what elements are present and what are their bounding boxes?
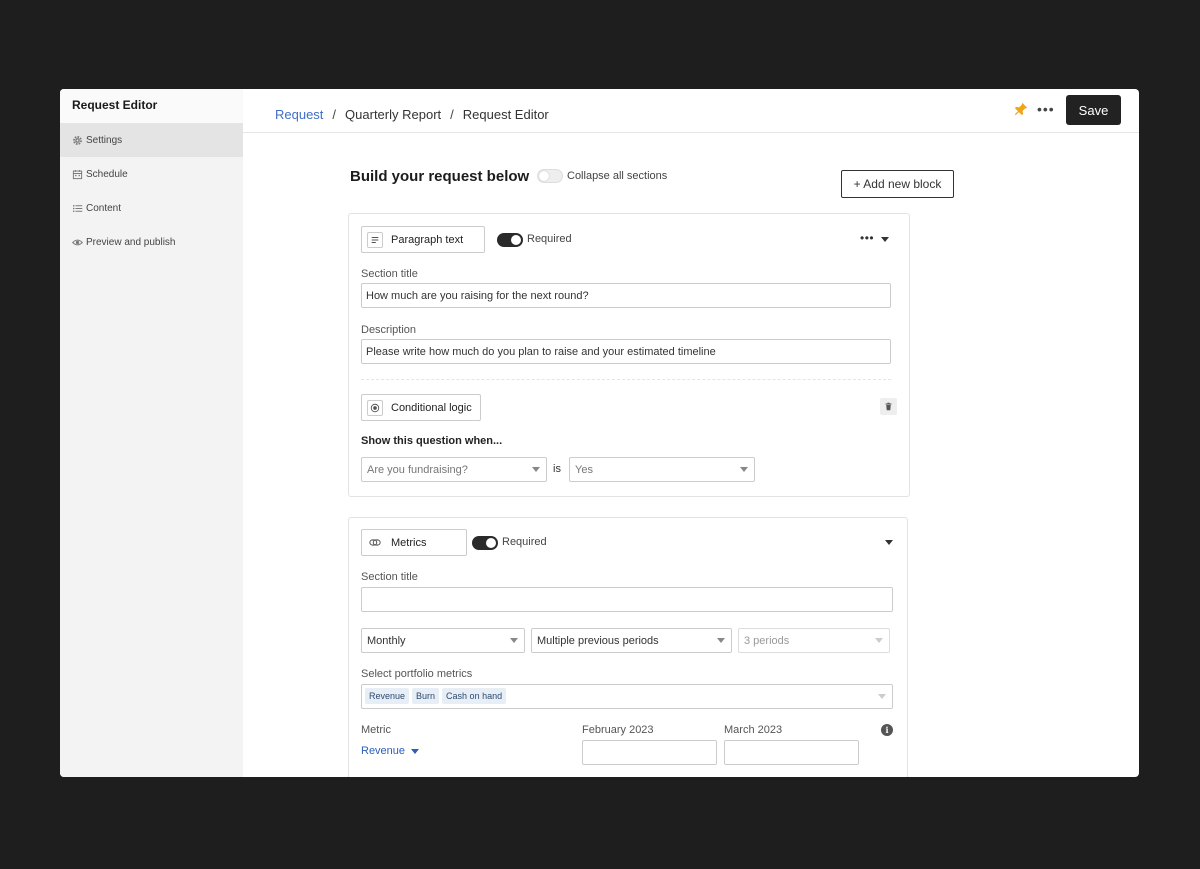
more-options-icon[interactable]: •••	[1037, 101, 1055, 117]
sidebar: Request Editor Settings Schedule Content…	[60, 89, 243, 777]
metric-tag-revenue[interactable]: Revenue	[365, 688, 410, 704]
required-label: Required	[527, 233, 572, 245]
trash-icon[interactable]	[880, 398, 897, 415]
add-new-block-button[interactable]: + Add new block	[841, 170, 954, 198]
section-title-label: Section title	[361, 268, 418, 280]
gear-icon	[71, 134, 83, 146]
paragraph-icon	[367, 231, 383, 248]
page-title: Build your request below	[350, 168, 530, 185]
frequency-value: Monthly	[367, 635, 406, 647]
chevron-down-icon[interactable]	[881, 237, 889, 242]
breadcrumb: Request / Quarterly Report / Request Edi…	[275, 107, 549, 122]
period-type-value: Multiple previous periods	[537, 635, 659, 647]
collapse-all-toggle[interactable]	[537, 169, 563, 183]
block-type-label: Paragraph text	[391, 233, 464, 246]
required-label: Required	[502, 536, 547, 548]
list-icon	[71, 202, 83, 214]
conditional-logic-label: Conditional logic	[391, 401, 472, 414]
period-count-select[interactable]: 3 periods	[738, 628, 890, 653]
sidebar-item-content[interactable]: Content	[60, 191, 243, 225]
period-column-header-mar: March 2023	[724, 724, 783, 736]
metric-value: Revenue	[361, 745, 406, 757]
portfolio-metrics-label: Select portfolio metrics	[361, 668, 473, 680]
divider	[361, 379, 891, 380]
info-icon[interactable]: i	[881, 724, 893, 736]
block-type-label: Metrics	[391, 536, 427, 549]
period-column-header-feb: February 2023	[582, 724, 654, 736]
caret-down-icon	[532, 467, 540, 472]
condition-answer-select[interactable]: Yes	[569, 457, 755, 482]
period-count-value: 3 periods	[744, 635, 790, 647]
metric-tag-cash-on-hand[interactable]: Cash on hand	[442, 688, 507, 704]
metric-tag-burn[interactable]: Burn	[412, 688, 440, 704]
collapse-all-label: Collapse all sections	[567, 170, 668, 182]
portfolio-metrics-select[interactable]: Revenue Burn Cash on hand	[361, 684, 893, 709]
caret-down-icon	[740, 467, 748, 472]
block-more-icon[interactable]: •••	[860, 231, 874, 245]
metric-value-input-feb[interactable]	[582, 740, 717, 765]
section-title-label: Section title	[361, 571, 418, 583]
link-icon	[367, 535, 383, 551]
description-input[interactable]: Please write how much do you plan to rai…	[361, 339, 891, 364]
section-title-input[interactable]	[361, 587, 893, 612]
caret-down-icon	[875, 638, 883, 643]
condition-question-select[interactable]: Are you fundraising?	[361, 457, 547, 482]
target-icon	[367, 399, 383, 416]
condition-answer-value: Yes	[575, 464, 593, 476]
block-type-selector[interactable]: Paragraph text	[361, 226, 485, 253]
condition-question-value: Are you fundraising?	[367, 464, 468, 476]
caret-down-icon	[878, 694, 886, 699]
section-title-input[interactable]: How much are you raising for the next ro…	[361, 283, 891, 308]
is-label: is	[553, 463, 561, 475]
caret-down-icon	[717, 638, 725, 643]
required-toggle[interactable]	[472, 536, 498, 550]
metric-value-input-mar[interactable]	[724, 740, 859, 765]
paragraph-block-card: Paragraph text Required ••• Section titl…	[348, 213, 910, 497]
sidebar-item-label: Settings	[86, 134, 123, 146]
eye-icon	[71, 236, 83, 248]
sidebar-item-label: Content	[86, 202, 122, 214]
frequency-select[interactable]: Monthly	[361, 628, 525, 653]
save-button[interactable]: Save	[1066, 95, 1121, 125]
metric-column-header: Metric	[361, 724, 391, 736]
period-type-select[interactable]: Multiple previous periods	[531, 628, 732, 653]
chevron-down-icon[interactable]	[885, 540, 893, 545]
description-label: Description	[361, 324, 417, 336]
required-toggle[interactable]	[497, 233, 523, 247]
metric-dropdown[interactable]: Revenue	[361, 745, 420, 757]
pin-icon[interactable]	[1014, 102, 1028, 116]
breadcrumb-item-request-editor: Request Editor	[462, 107, 549, 122]
metrics-block-card: Metrics Required Section title Monthly M…	[348, 517, 908, 777]
breadcrumb-link-request[interactable]: Request	[275, 107, 323, 122]
breadcrumb-item-quarterly-report[interactable]: Quarterly Report	[345, 107, 441, 122]
block-type-selector[interactable]: Metrics	[361, 529, 467, 556]
breadcrumb-separator: /	[450, 107, 454, 122]
sidebar-title: Request Editor	[60, 89, 243, 123]
caret-down-icon	[510, 638, 518, 643]
sidebar-item-settings[interactable]: Settings	[60, 123, 243, 157]
show-question-when-label: Show this question when...	[361, 435, 503, 447]
calendar-icon	[71, 168, 83, 180]
sidebar-item-schedule[interactable]: Schedule	[60, 157, 243, 191]
sidebar-item-label: Preview and publish	[86, 236, 176, 248]
breadcrumb-separator: /	[332, 107, 337, 122]
sidebar-item-label: Schedule	[86, 168, 128, 180]
header: Request / Quarterly Report / Request Edi…	[243, 89, 1139, 133]
conditional-logic-button[interactable]: Conditional logic	[361, 394, 481, 421]
caret-down-icon	[411, 748, 420, 754]
sidebar-item-preview-and-publish[interactable]: Preview and publish	[60, 225, 243, 259]
app-window: Request Editor Settings Schedule Content…	[60, 89, 1139, 777]
